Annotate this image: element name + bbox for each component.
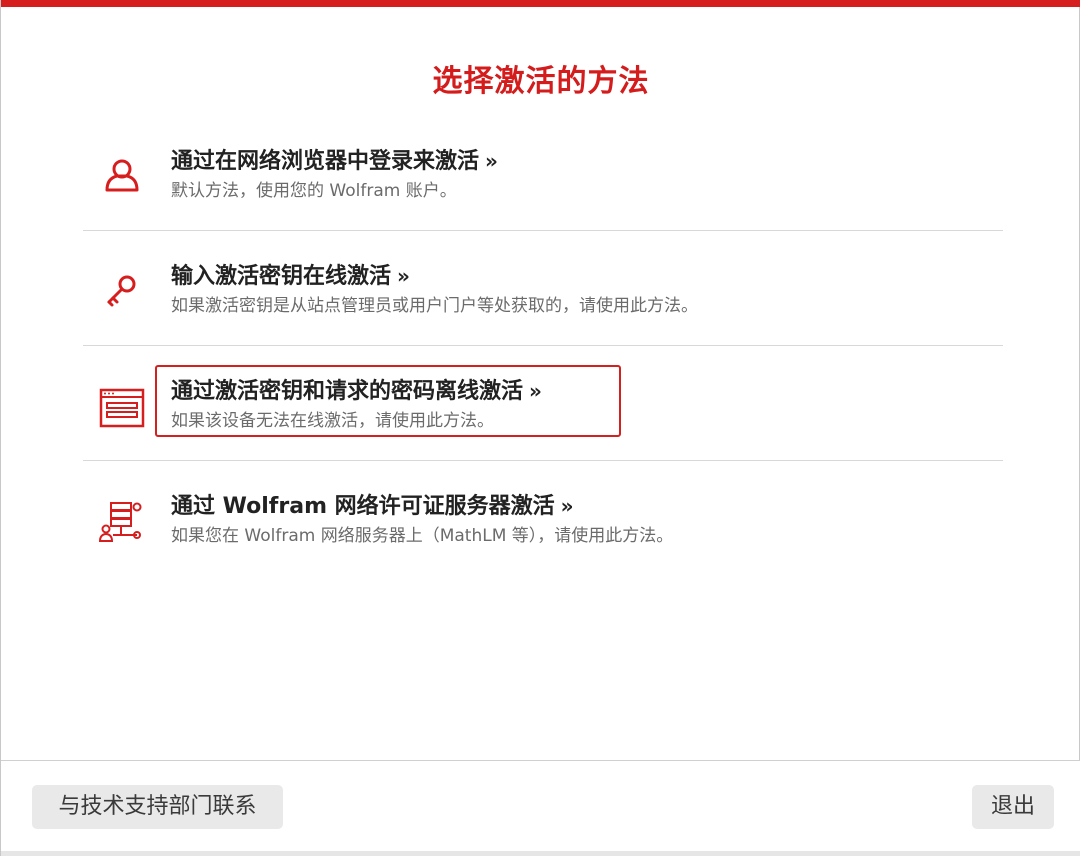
user-icon <box>97 152 147 202</box>
chevron-right-icon: » <box>397 264 410 288</box>
contact-support-button[interactable]: 与技术支持部门联系 <box>32 785 283 829</box>
option-description: 如果您在 Wolfram 网络服务器上（MathLM 等），请使用此方法。 <box>171 526 674 546</box>
top-accent-bar <box>1 0 1080 7</box>
page-title: 选择激活的方法 <box>432 64 650 99</box>
selection-highlight-box <box>155 365 621 437</box>
option-title[interactable]: 输入激活密钥在线激活» <box>171 261 698 292</box>
option-browser-login[interactable]: 通过在网络浏览器中登录来激活» 默认方法，使用您的 Wolfram 账户。 <box>83 116 1003 231</box>
option-online-key[interactable]: 输入激活密钥在线激活» 如果激活密钥是从站点管理员或用户门户等处获取的，请使用此… <box>83 231 1003 346</box>
option-text: 通过激活密钥和请求的密码离线激活» 如果该设备无法在线激活，请使用此方法。 <box>155 365 621 437</box>
option-title[interactable]: 通过在网络浏览器中登录来激活» <box>171 146 498 177</box>
chevron-right-icon: » <box>560 494 574 518</box>
footer-bar: 与技术支持部门联系 退出 <box>1 760 1080 856</box>
option-description: 如果激活密钥是从站点管理员或用户门户等处获取的，请使用此方法。 <box>171 296 698 316</box>
option-offline-key[interactable]: 通过激活密钥和请求的密码离线激活» 如果该设备无法在线激活，请使用此方法。 <box>83 346 1003 461</box>
exit-button[interactable]: 退出 <box>972 785 1054 829</box>
footer-bottom-strip <box>1 851 1080 856</box>
network-server-icon <box>97 497 147 547</box>
option-text: 通过在网络浏览器中登录来激活» 默认方法，使用您的 Wolfram 账户。 <box>171 146 498 205</box>
key-icon <box>97 267 147 317</box>
option-network-license-server[interactable]: 通过 Wolfram 网络许可证服务器激活» 如果您在 Wolfram 网络服务… <box>83 461 1003 576</box>
option-text: 输入激活密钥在线激活» 如果激活密钥是从站点管理员或用户门户等处获取的，请使用此… <box>171 261 698 320</box>
window-form-icon <box>97 382 147 432</box>
option-text: 通过 Wolfram 网络许可证服务器激活» 如果您在 Wolfram 网络服务… <box>171 491 673 550</box>
activation-options-list: 通过在网络浏览器中登录来激活» 默认方法，使用您的 Wolfram 账户。 输入… <box>83 116 1003 576</box>
chevron-right-icon: » <box>485 149 498 173</box>
activation-window: 选择激活的方法 通过在网络浏览器中登录来激活» 默认方法，使用您的 Wolfra… <box>0 0 1080 856</box>
option-title-label[interactable]: 通过 Wolfram 网络许可证服务器激活 <box>171 494 555 519</box>
option-title[interactable]: 通过 Wolfram 网络许可证服务器激活» <box>171 491 673 522</box>
option-title-label[interactable]: 输入激活密钥在线激活 <box>171 264 391 289</box>
option-description: 默认方法，使用您的 Wolfram 账户。 <box>171 181 457 201</box>
option-title-label[interactable]: 通过在网络浏览器中登录来激活 <box>171 149 479 174</box>
